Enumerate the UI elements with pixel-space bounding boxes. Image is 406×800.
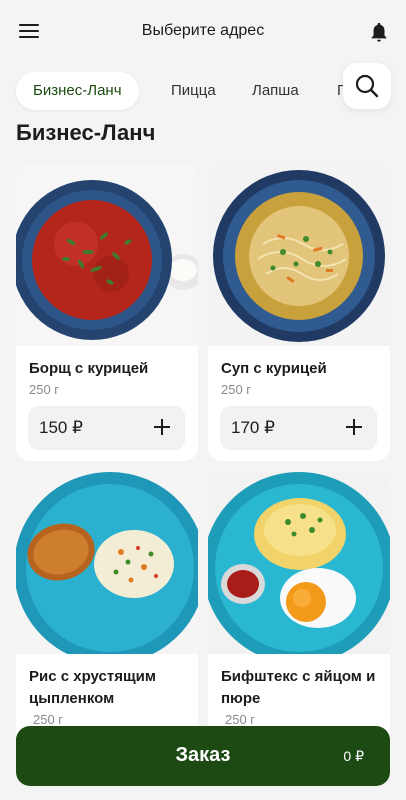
dish-photo-borscht <box>16 164 198 346</box>
product-weight: 250 г <box>33 712 64 727</box>
app-header: Выберите адрес <box>0 0 406 64</box>
tab-business-lunch[interactable]: Бизнес-Ланч <box>16 72 139 110</box>
search-button[interactable] <box>343 63 391 109</box>
order-label: Заказ <box>175 744 231 766</box>
product-card-steak-egg[interactable]: Бифштекс с яйцом и пюре 250 г <box>208 472 390 769</box>
tab-noodles[interactable]: Лапша <box>252 72 299 110</box>
product-weight: 250 г <box>225 712 256 727</box>
dish-photo-rice-chicken <box>16 472 198 654</box>
tab-pizza[interactable]: Пицца <box>171 72 216 110</box>
product-name: Бифштекс с яйцом и пюре <box>221 668 376 707</box>
product-price: 150 ₽ <box>39 418 83 437</box>
plus-icon <box>346 419 362 435</box>
dish-photo-steak-egg <box>208 472 390 654</box>
product-weight: 250 г <box>29 382 60 397</box>
order-button[interactable]: Заказ 0 ₽ <box>16 726 390 786</box>
plus-icon <box>154 419 170 435</box>
product-name: Суп с курицей <box>221 360 327 377</box>
bell-icon[interactable] <box>368 20 390 44</box>
add-to-cart-button[interactable]: 170 ₽ <box>220 406 377 450</box>
order-total: 0 ₽ <box>343 748 364 764</box>
product-price: 170 ₽ <box>231 418 275 437</box>
product-card-borscht[interactable]: Борщ с курицей 250 г 150 ₽ <box>16 164 198 461</box>
product-card-rice-chicken[interactable]: Рис с хрустящим цыпленком 250 г <box>16 472 198 769</box>
product-name: Рис с хрустящим цыпленком <box>29 668 156 707</box>
address-selector[interactable]: Выберите адрес <box>0 22 406 40</box>
search-icon <box>355 74 379 98</box>
product-card-chicken-soup[interactable]: Суп с курицей 250 г 170 ₽ <box>208 164 390 461</box>
dish-photo-chicken-soup <box>208 164 390 346</box>
product-weight: 250 г <box>221 382 252 397</box>
add-to-cart-button[interactable]: 150 ₽ <box>28 406 185 450</box>
section-title: Бизнес-Ланч <box>16 120 156 145</box>
product-name: Борщ с курицей <box>29 360 149 377</box>
